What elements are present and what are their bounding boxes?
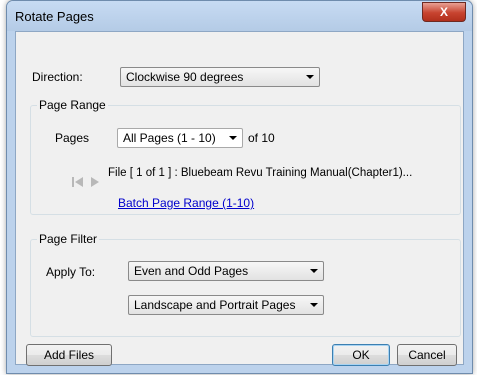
page-filter-title: Page Filter xyxy=(37,232,100,246)
skip-back-icon[interactable] xyxy=(72,177,84,190)
apply-to-dropdown[interactable]: Even and Odd Pages xyxy=(128,261,324,281)
direction-dropdown[interactable]: Clockwise 90 degrees xyxy=(120,67,320,87)
page-filter-group: Page Filter xyxy=(30,232,461,337)
close-icon: X xyxy=(439,5,448,19)
pages-dropdown[interactable]: All Pages (1 - 10) xyxy=(117,128,243,148)
orientation-dropdown[interactable]: Landscape and Portrait Pages xyxy=(128,295,324,315)
ok-button[interactable]: OK xyxy=(332,344,390,366)
cancel-button[interactable]: Cancel xyxy=(397,344,457,366)
title-bar: Rotate Pages X xyxy=(7,1,472,31)
file-info-text: File [ 1 of 1 ] : Bluebeam Revu Training… xyxy=(108,167,413,179)
chevron-down-icon xyxy=(229,136,237,140)
pages-label: Pages xyxy=(55,131,90,145)
dialog-title: Rotate Pages xyxy=(15,9,94,24)
play-icon[interactable] xyxy=(91,177,100,190)
chevron-down-icon xyxy=(310,303,318,307)
orientation-value: Landscape and Portrait Pages xyxy=(134,298,296,312)
direction-value: Clockwise 90 degrees xyxy=(126,70,244,84)
page-count-text: of 10 xyxy=(248,131,275,145)
dialog-body: Direction: Clockwise 90 degrees Page Ran… xyxy=(15,31,464,366)
apply-to-label: Apply To: xyxy=(46,265,96,279)
add-files-button[interactable]: Add Files xyxy=(26,344,112,366)
batch-page-range-link[interactable]: Batch Page Range (1-10) xyxy=(118,196,254,210)
close-button[interactable]: X xyxy=(422,2,466,22)
apply-to-value: Even and Odd Pages xyxy=(134,264,249,278)
chevron-down-icon xyxy=(306,75,314,79)
page-range-title: Page Range xyxy=(37,98,108,112)
pages-value: All Pages (1 - 10) xyxy=(123,131,216,145)
chevron-down-icon xyxy=(310,269,318,273)
direction-label: Direction: xyxy=(32,70,83,84)
rotate-pages-dialog: Rotate Pages X Direction: Clockwise 90 d… xyxy=(6,0,473,374)
